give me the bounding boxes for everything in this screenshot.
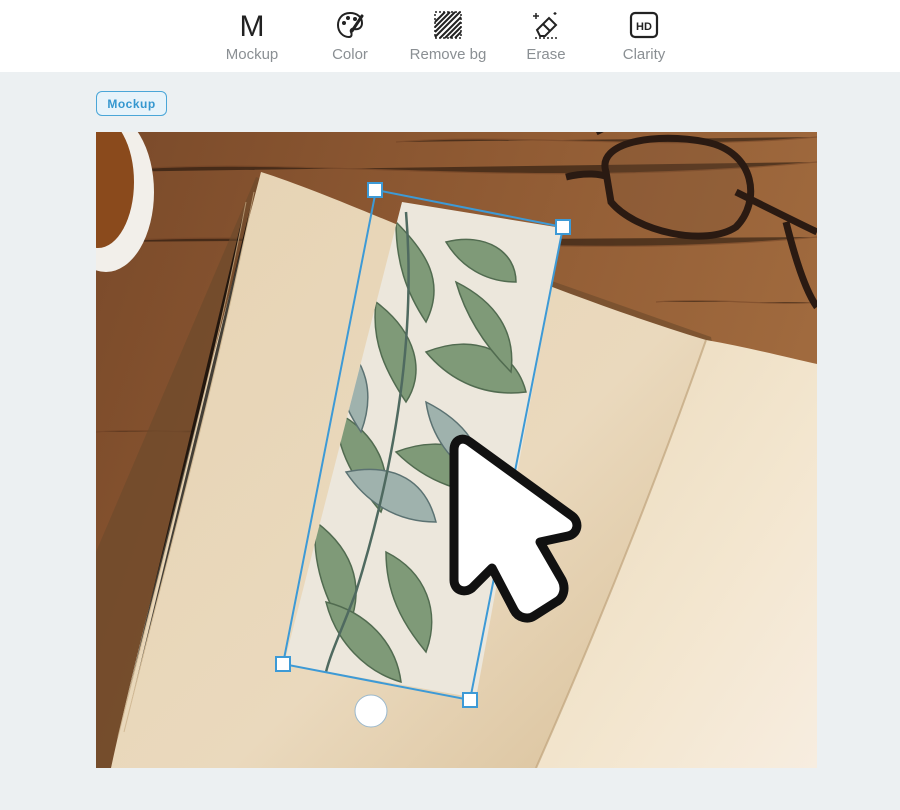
resize-handle-top-left[interactable]	[367, 182, 383, 198]
hatch-icon	[434, 11, 462, 39]
mockup-photo	[96, 132, 817, 768]
hd-icon: HD	[629, 11, 659, 39]
tool-clarity-label: Clarity	[622, 46, 666, 63]
tool-color-label: Color	[332, 46, 368, 63]
tool-mockup-button[interactable]: M Mockup	[202, 8, 302, 68]
tool-erase-button[interactable]: Erase	[496, 8, 596, 68]
svg-text:M: M	[240, 10, 265, 40]
resize-handle-bottom-left[interactable]	[275, 656, 291, 672]
tool-color-button[interactable]: Color	[300, 8, 400, 68]
mockup-canvas[interactable]	[96, 132, 817, 768]
tool-erase-label: Erase	[526, 46, 566, 63]
tool-remove-bg-label: Remove bg	[409, 46, 487, 63]
toolbar: M Mockup Color Remove bg Erase HD Clarit…	[0, 0, 900, 72]
eraser-icon	[533, 12, 559, 39]
resize-handle-top-right[interactable]	[555, 219, 571, 235]
rotate-handle[interactable]	[354, 694, 388, 728]
tool-remove-bg-button[interactable]: Remove bg	[398, 8, 498, 68]
tool-clarity-button[interactable]: HD Clarity	[594, 8, 694, 68]
resize-handle-bottom-right[interactable]	[462, 692, 478, 708]
m-letter-icon: M	[240, 10, 265, 40]
svg-text:HD: HD	[636, 21, 652, 33]
mockup-badge[interactable]: Mockup	[96, 91, 167, 116]
palette-icon	[336, 11, 364, 39]
tool-mockup-label: Mockup	[225, 46, 279, 63]
